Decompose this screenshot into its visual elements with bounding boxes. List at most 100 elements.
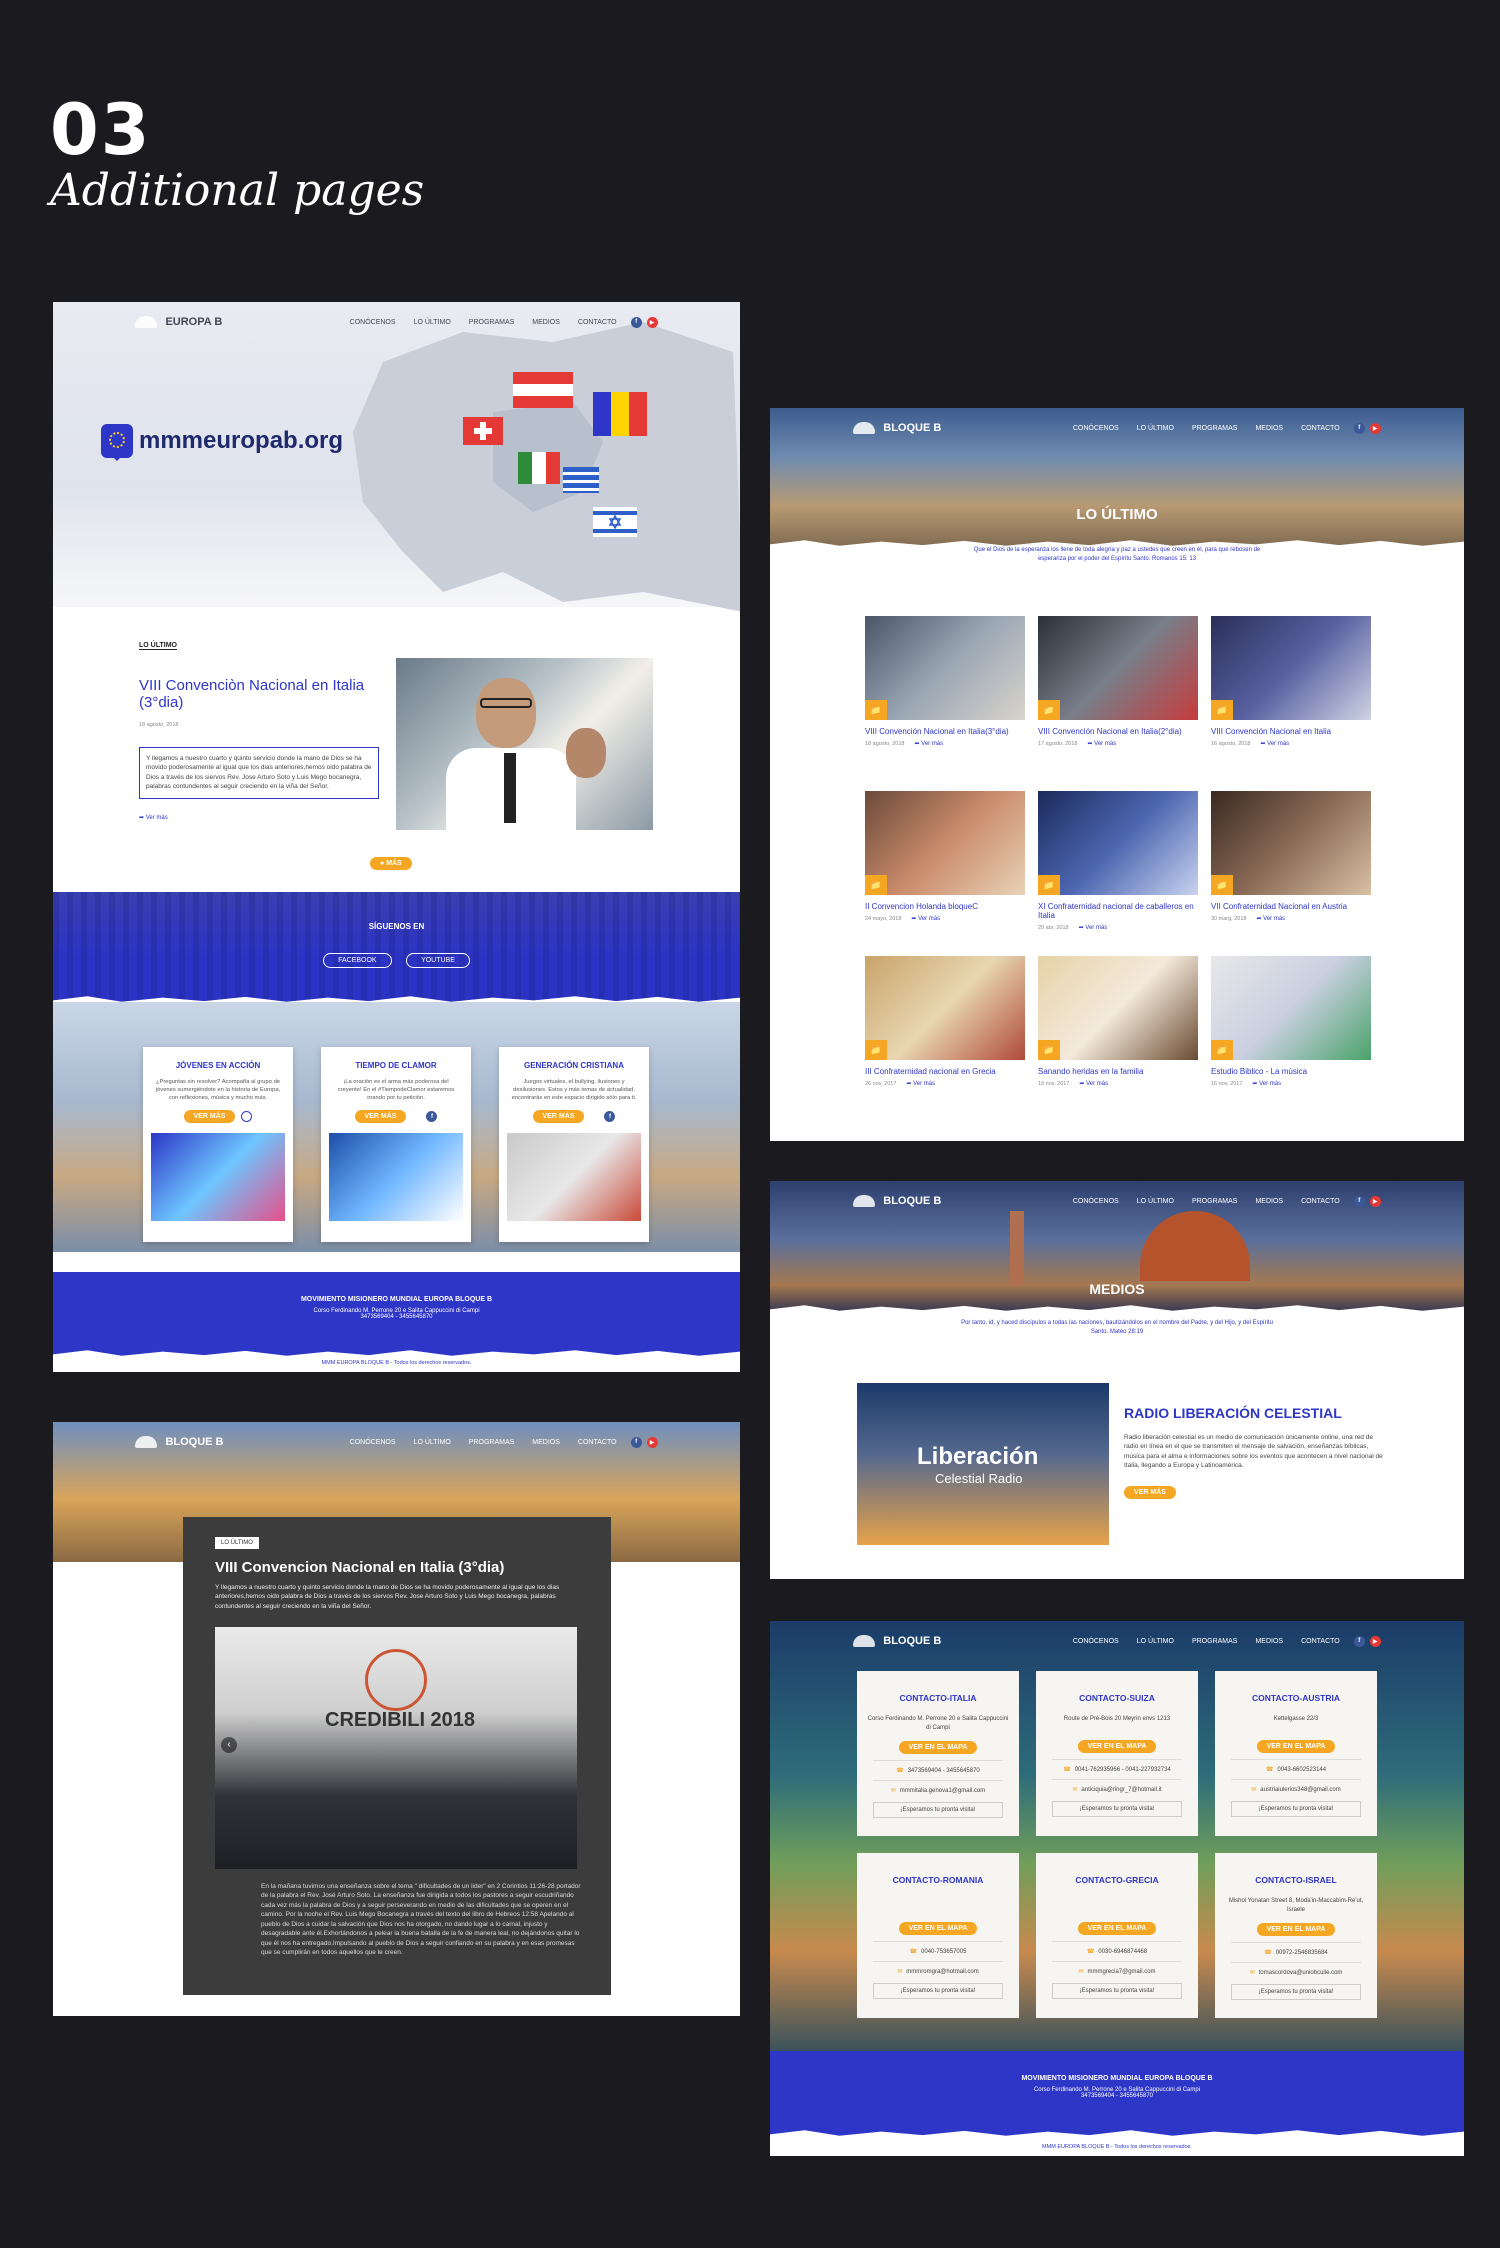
- post-image[interactable]: 📁: [1038, 956, 1198, 1060]
- facebook-icon[interactable]: f: [1353, 422, 1365, 434]
- post-title[interactable]: VII Confraternidad Nacional en Austria: [1211, 902, 1371, 911]
- contact-email[interactable]: ✉ austriaiulerios348@gmail.com: [1231, 1779, 1361, 1793]
- post-title[interactable]: Estudio Biblico - La música: [1211, 1067, 1371, 1076]
- post-more-link[interactable]: ➦ Ver más: [1079, 1080, 1108, 1087]
- facebook-follow-button[interactable]: FACEBOOK: [323, 953, 392, 968]
- view-map-button[interactable]: VER EN EL MAPA: [1256, 1740, 1336, 1753]
- program-card[interactable]: JÓVENES EN ACCIÓN ¿Preguntas sin resolve…: [143, 1047, 293, 1242]
- gallery-prev-icon[interactable]: ‹: [221, 1737, 237, 1753]
- menu-item-medios[interactable]: MEDIOS: [532, 1439, 560, 1446]
- post-title[interactable]: VIII Convención Nacional en Italia: [1211, 727, 1371, 736]
- menu-item-medios[interactable]: MEDIOS: [1255, 1198, 1283, 1205]
- site-logo[interactable]: BLOQUE B: [853, 422, 941, 434]
- post-more-link[interactable]: ➦ Ver más: [1079, 924, 1108, 931]
- post-image[interactable]: 📁: [1211, 791, 1371, 895]
- menu-item-contacto[interactable]: CONTACTO: [578, 1439, 617, 1446]
- post-card[interactable]: 📁 III Confraternidad nacional en Grecia …: [865, 956, 1025, 1087]
- youtube-icon[interactable]: ▶: [1369, 422, 1381, 434]
- contact-email[interactable]: ✉ mmmromgra@hotmail.com: [873, 1961, 1003, 1975]
- post-card[interactable]: 📁 Sanando heridas en la familia 19 nov, …: [1038, 956, 1198, 1087]
- menu-item-contacto[interactable]: CONTACTO: [578, 319, 617, 326]
- youtube-icon[interactable]: ▶: [1369, 1195, 1381, 1207]
- facebook-icon[interactable]: f: [630, 316, 642, 328]
- post-card[interactable]: 📁 XI Confraternidad nacional de caballer…: [1038, 791, 1198, 931]
- site-logo[interactable]: EUROPA B: [135, 316, 222, 328]
- menu-item-contacto[interactable]: CONTACTO: [1301, 1638, 1340, 1645]
- contact-email[interactable]: ✉ tomascordova@uniobcuile.com: [1231, 1962, 1361, 1976]
- site-logo[interactable]: BLOQUE B: [853, 1635, 941, 1647]
- post-more-link[interactable]: ➦ Ver más: [1256, 915, 1285, 922]
- post-more-link[interactable]: ➦ Ver más: [1252, 1080, 1281, 1087]
- post-more-link[interactable]: ➦ Ver más: [1260, 740, 1289, 747]
- menu-item-programas[interactable]: PROGRAMAS: [469, 1439, 515, 1446]
- view-map-button[interactable]: VER EN EL MAPA: [1077, 1740, 1157, 1753]
- menu-item-programas[interactable]: PROGRAMAS: [1192, 1198, 1238, 1205]
- menu-item-lo-ultimo[interactable]: LO ÚLTIMO: [414, 1439, 451, 1446]
- featured-post-title[interactable]: VIII Convenciòn Nacional en Italia (3°di…: [139, 677, 369, 712]
- menu-item-medios[interactable]: MEDIOS: [1255, 425, 1283, 432]
- article-gallery-image[interactable]: CREDIBILI 2018 ‹: [215, 1627, 577, 1869]
- menu-item-contacto[interactable]: CONTACTO: [1301, 1198, 1340, 1205]
- featured-post-more-link[interactable]: ➦ Ver más: [139, 814, 168, 821]
- menu-item-conocenos[interactable]: CONÓCENOS: [350, 319, 396, 326]
- menu-item-medios[interactable]: MEDIOS: [1255, 1638, 1283, 1645]
- contact-email[interactable]: ✉ anticiquia@ringr_7@hotmail.it: [1052, 1779, 1182, 1793]
- menu-item-lo-ultimo[interactable]: LO ÚLTIMO: [1137, 1638, 1174, 1645]
- youtube-follow-button[interactable]: YOUTUBE: [406, 953, 470, 968]
- view-map-button[interactable]: VER EN EL MAPA: [1077, 1922, 1157, 1935]
- youtube-icon[interactable]: ▶: [646, 316, 658, 328]
- menu-item-lo-ultimo[interactable]: LO ÚLTIMO: [1137, 425, 1174, 432]
- program-more-button[interactable]: VER MÁS: [183, 1110, 236, 1123]
- post-title[interactable]: XI Confraternidad nacional de caballeros…: [1038, 902, 1198, 920]
- post-image[interactable]: 📁: [865, 956, 1025, 1060]
- site-logo[interactable]: BLOQUE B: [853, 1195, 941, 1207]
- post-title[interactable]: II Convencion Holanda bloqueC: [865, 902, 1025, 911]
- post-image[interactable]: 📁: [865, 616, 1025, 720]
- facebook-icon[interactable]: f: [1353, 1195, 1365, 1207]
- view-map-button[interactable]: VER EN EL MAPA: [898, 1922, 978, 1935]
- post-card[interactable]: 📁 Estudio Biblico - La música 16 nov, 20…: [1211, 956, 1371, 1087]
- post-image[interactable]: 📁: [1211, 616, 1371, 720]
- more-posts-button[interactable]: ● MÁS: [370, 857, 412, 870]
- post-title[interactable]: VIII Convención Nacional en Italia(3°dia…: [865, 727, 1025, 736]
- post-more-link[interactable]: ➦ Ver más: [911, 915, 940, 922]
- instagram-icon[interactable]: [241, 1111, 253, 1122]
- youtube-icon[interactable]: ▶: [1369, 1635, 1381, 1647]
- radio-more-button[interactable]: VER MÁS: [1124, 1486, 1176, 1499]
- view-map-button[interactable]: VER EN EL MAPA: [1256, 1923, 1336, 1937]
- contact-email[interactable]: ✉ mmmgrecia7@gmail.com: [1052, 1961, 1182, 1975]
- post-card[interactable]: 📁 VII Confraternidad Nacional en Austria…: [1211, 791, 1371, 922]
- article-category-tag[interactable]: LO ÚLTIMO: [215, 1537, 259, 1549]
- menu-item-lo-ultimo[interactable]: LO ÚLTIMO: [414, 319, 451, 326]
- post-more-link[interactable]: ➦ Ver más: [906, 1080, 935, 1087]
- program-card[interactable]: TIEMPO DE CLAMOR ¡La oración es el arma …: [321, 1047, 471, 1242]
- menu-item-conocenos[interactable]: CONÓCENOS: [1073, 1638, 1119, 1645]
- menu-item-conocenos[interactable]: CONÓCENOS: [350, 1439, 396, 1446]
- program-card[interactable]: GENERACIÓN CRISTIANA Juegos virtuales, e…: [499, 1047, 649, 1242]
- menu-item-lo-ultimo[interactable]: LO ÚLTIMO: [1137, 1198, 1174, 1205]
- contact-email[interactable]: ✉ mmmitalia.genova1@gmail.com: [873, 1780, 1003, 1794]
- youtube-icon[interactable]: ▶: [646, 1436, 658, 1448]
- post-image[interactable]: 📁: [1038, 616, 1198, 720]
- post-card[interactable]: 📁 VIII Convención Nacional en Italia 16 …: [1211, 616, 1371, 747]
- program-more-button[interactable]: VER MÁS: [354, 1110, 407, 1123]
- post-more-link[interactable]: ➦ Ver más: [1087, 740, 1116, 747]
- menu-item-medios[interactable]: MEDIOS: [532, 319, 560, 326]
- post-card[interactable]: 📁 VIII Convención Nacional en Italia(3°d…: [865, 616, 1025, 747]
- facebook-icon[interactable]: f: [630, 1436, 642, 1448]
- post-title[interactable]: III Confraternidad nacional en Grecia: [865, 1067, 1025, 1076]
- post-title[interactable]: Sanando heridas en la familia: [1038, 1067, 1198, 1076]
- program-more-button[interactable]: VER MÁS: [532, 1110, 585, 1123]
- post-image[interactable]: 📁: [865, 791, 1025, 895]
- post-card[interactable]: 📁 VIII Convención Nacional en Italia(2°d…: [1038, 616, 1198, 747]
- menu-item-conocenos[interactable]: CONÓCENOS: [1073, 425, 1119, 432]
- post-card[interactable]: 📁 II Convencion Holanda bloqueC 24 mayo,…: [865, 791, 1025, 922]
- post-image[interactable]: 📁: [1038, 791, 1198, 895]
- menu-item-programas[interactable]: PROGRAMAS: [469, 319, 515, 326]
- post-image[interactable]: 📁: [1211, 956, 1371, 1060]
- site-logo[interactable]: BLOQUE B: [135, 1436, 224, 1448]
- facebook-icon[interactable]: f: [1353, 1635, 1365, 1647]
- post-title[interactable]: VIII Convención Nacional en Italia(2°dia…: [1038, 727, 1198, 736]
- facebook-icon[interactable]: f: [426, 1111, 438, 1122]
- menu-item-programas[interactable]: PROGRAMAS: [1192, 425, 1238, 432]
